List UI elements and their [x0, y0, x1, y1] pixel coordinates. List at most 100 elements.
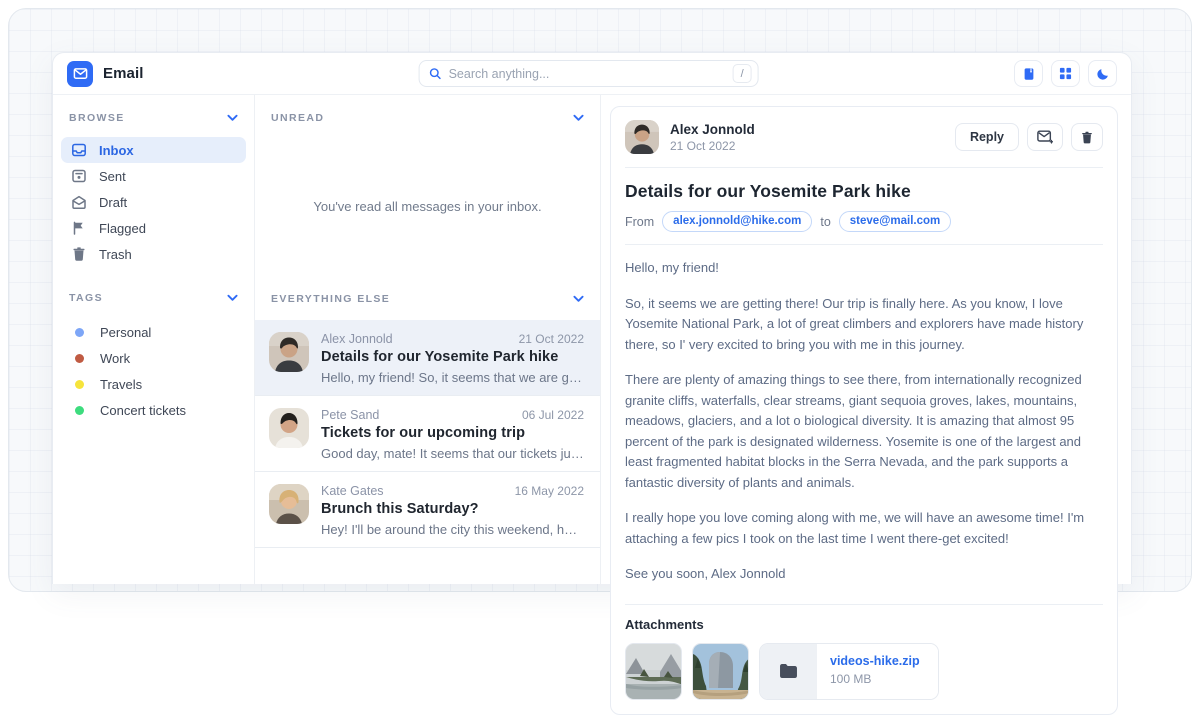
tags-label: TAGS — [69, 292, 103, 304]
chevron-down-icon[interactable] — [573, 114, 584, 122]
chevron-down-icon[interactable] — [227, 294, 238, 302]
detail-header: Alex Jonnold 21 Oct 2022 Reply — [611, 107, 1117, 167]
flag-icon — [71, 220, 87, 236]
sidebar-item-trash[interactable]: Trash — [61, 241, 246, 267]
tag-label: Work — [100, 351, 130, 366]
folder-icon — [760, 644, 817, 699]
browse-section-header: BROWSE — [61, 109, 246, 127]
attachment-file-size: 100 MB — [830, 672, 920, 686]
tag-dot — [75, 406, 84, 415]
inbox-icon — [71, 142, 87, 158]
list-divider — [255, 547, 600, 548]
sent-icon — [71, 168, 87, 184]
attachment-zip-card[interactable]: videos-hike.zip 100 MB — [759, 643, 939, 700]
sidebar: BROWSE Inbox Sent Draft Flagg — [53, 95, 255, 584]
sidebar-item-label: Trash — [99, 247, 132, 262]
list-item-email-kate[interactable]: Kate Gates 16 May 2022 Brunch this Satur… — [255, 471, 600, 547]
mail-sender: Pete Sand — [321, 408, 379, 422]
mail-sender: Alex Jonnold — [321, 332, 393, 346]
reply-button[interactable]: Reply — [955, 123, 1019, 151]
from-to-row: From alex.jonnold@hike.com to steve@mail… — [625, 211, 1103, 232]
mail-date: 16 May 2022 — [515, 484, 584, 498]
attachment-photo-valley[interactable] — [625, 643, 682, 700]
email-paragraph: See you soon, Alex Jonnold — [625, 564, 1103, 585]
forward-email-icon[interactable] — [1027, 123, 1063, 151]
detail-actions: Reply — [955, 123, 1103, 151]
attachment-file-name: videos-hike.zip — [830, 654, 920, 668]
search-shortcut-hint: / — [733, 64, 752, 83]
list-item-email-pete[interactable]: Pete Sand 06 Jul 2022 Tickets for our up… — [255, 395, 600, 471]
sidebar-item-draft[interactable]: Draft — [61, 189, 246, 215]
chevron-down-icon[interactable] — [573, 295, 584, 303]
chevron-down-icon[interactable] — [227, 114, 238, 122]
tag-item-personal[interactable]: Personal — [61, 319, 246, 345]
detail-sender-name: Alex Jonnold — [670, 122, 755, 137]
to-email-chip[interactable]: steve@mail.com — [839, 211, 951, 232]
sidebar-item-flagged[interactable]: Flagged — [61, 215, 246, 241]
unread-section: UNREAD You've read all messages in your … — [255, 95, 600, 280]
from-label: From — [625, 215, 654, 229]
list-item-email-alex[interactable]: Alex Jonnold 21 Oct 2022 Details for our… — [255, 320, 600, 395]
detail-panel: Alex Jonnold 21 Oct 2022 Reply — [601, 95, 1131, 584]
detail-date: 21 Oct 2022 — [670, 139, 755, 153]
attachment-photo-half-dome[interactable] — [692, 643, 749, 700]
tag-item-concert-tickets[interactable]: Concert tickets — [61, 397, 246, 423]
mail-date: 21 Oct 2022 — [519, 332, 584, 346]
moon-icon[interactable] — [1088, 60, 1117, 87]
email-detail-card: Alex Jonnold 21 Oct 2022 Reply — [610, 106, 1118, 715]
everything-else-label: EVERYTHING ELSE — [271, 293, 390, 305]
tag-item-travels[interactable]: Travels — [61, 371, 246, 397]
sidebar-item-label: Inbox — [99, 143, 134, 158]
email-subject: Details for our Yosemite Park hike — [625, 181, 1103, 202]
sidebar-item-label: Flagged — [99, 221, 146, 236]
to-label: to — [820, 215, 830, 229]
attachments-row: videos-hike.zip 100 MB — [625, 643, 1103, 700]
tag-label: Travels — [100, 377, 142, 392]
search-input[interactable] — [449, 67, 733, 81]
email-paragraph: So, it seems we are getting there! Our t… — [625, 294, 1103, 356]
mail-sender: Kate Gates — [321, 484, 384, 498]
tag-label: Concert tickets — [100, 403, 186, 418]
delete-email-icon[interactable] — [1071, 123, 1103, 151]
tag-dot — [75, 328, 84, 337]
mail-snippet: Hey! I'll be around the city this weeken… — [321, 522, 584, 537]
sidebar-item-label: Draft — [99, 195, 127, 210]
attachments-section: Attachments vide — [611, 605, 1117, 714]
tag-label: Personal — [100, 325, 151, 340]
email-paragraph: Hello, my friend! — [625, 258, 1103, 279]
trash-icon — [71, 246, 87, 262]
app-logo — [67, 61, 93, 87]
email-app-window: Email / BROWSE — [52, 52, 1132, 584]
avatar — [269, 332, 309, 372]
from-email-chip[interactable]: alex.jonnold@hike.com — [662, 211, 812, 232]
everything-else-header: EVERYTHING ELSE — [255, 290, 600, 308]
mail-subject: Brunch this Saturday? — [321, 501, 584, 517]
sidebar-item-sent[interactable]: Sent — [61, 163, 246, 189]
mail-date: 06 Jul 2022 — [522, 408, 584, 422]
sidebar-item-inbox[interactable]: Inbox — [61, 137, 246, 163]
grid-icon[interactable] — [1051, 60, 1080, 87]
email-paragraph: I really hope you love coming along with… — [625, 508, 1103, 549]
page-title: Email — [103, 65, 144, 82]
tag-item-work[interactable]: Work — [61, 345, 246, 371]
avatar — [625, 120, 659, 154]
app-header: Email / — [53, 53, 1131, 95]
envelope-icon — [73, 66, 88, 81]
sidebar-item-label: Sent — [99, 169, 126, 184]
avatar — [269, 408, 309, 448]
email-paragraph: There are plenty of amazing things to se… — [625, 370, 1103, 493]
search-bar[interactable]: / — [419, 60, 759, 87]
tags-section: TAGS Personal Work Travels — [61, 289, 246, 423]
search-icon — [429, 67, 442, 80]
mail-list-column: UNREAD You've read all messages in your … — [255, 95, 601, 584]
header-actions — [1014, 60, 1117, 87]
mail-snippet: Hello, my friend! So, it seems that we a… — [321, 370, 584, 385]
attachments-label: Attachments — [625, 617, 1103, 632]
app-columns: BROWSE Inbox Sent Draft Flagg — [53, 95, 1131, 584]
draft-icon — [71, 194, 87, 210]
browse-label: BROWSE — [69, 112, 125, 124]
unread-empty-text: You've read all messages in your inbox. — [271, 199, 584, 214]
mail-subject: Details for our Yosemite Park hike — [321, 349, 584, 365]
book-icon[interactable] — [1014, 60, 1043, 87]
mail-snippet: Good day, mate! It seems that our ticket… — [321, 446, 584, 461]
